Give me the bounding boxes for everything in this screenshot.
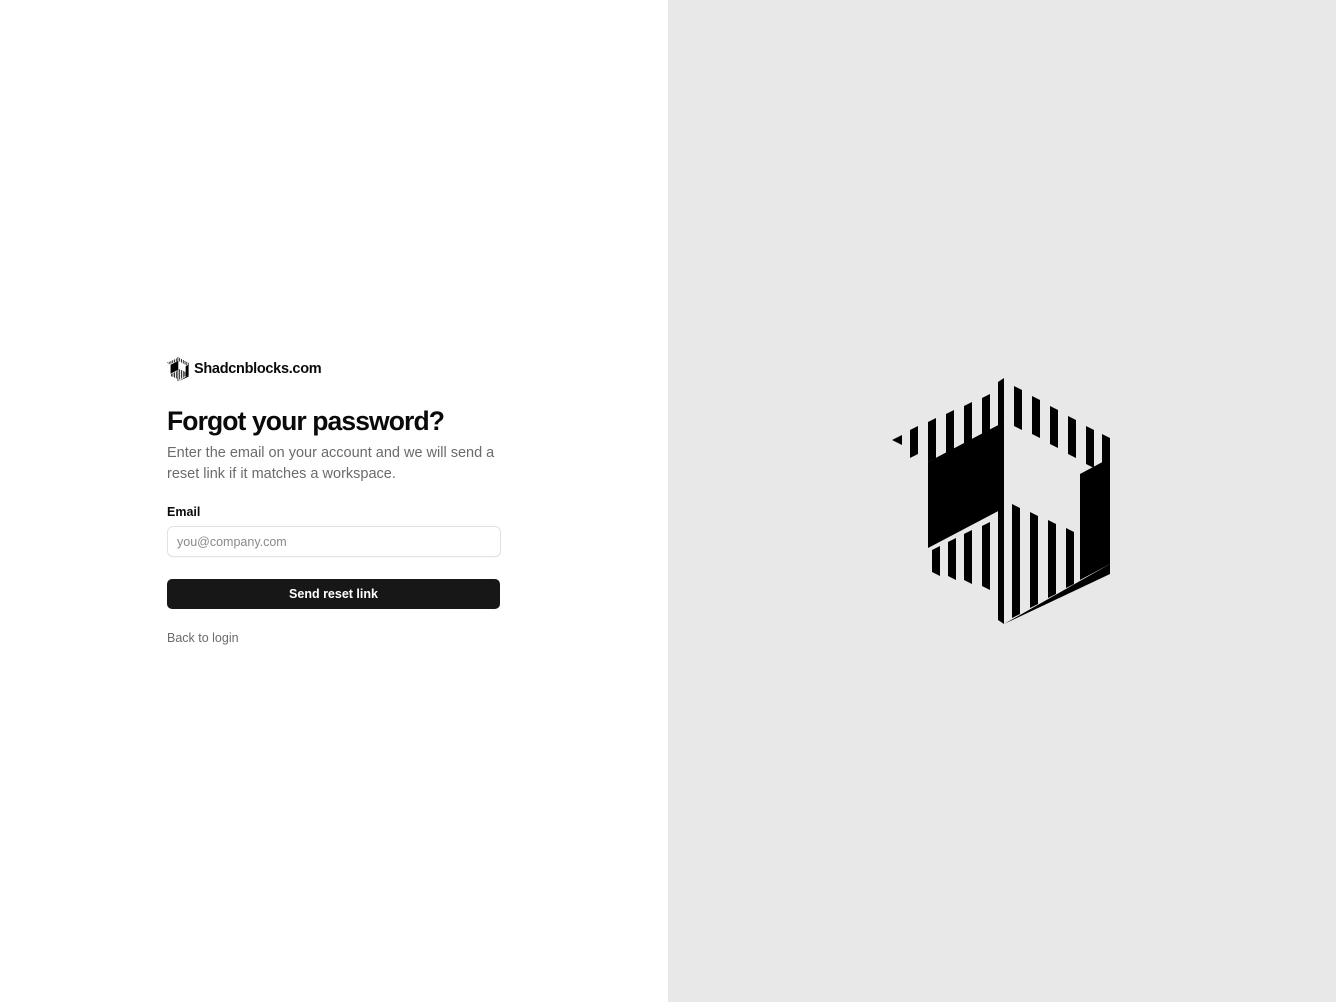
email-input[interactable] <box>167 526 501 557</box>
hero-panel <box>668 0 1336 1002</box>
brand[interactable]: Shadcnblocks.com <box>167 356 501 382</box>
page-title: Forgot your password? <box>167 406 445 436</box>
shadcnblocks-logo-icon <box>892 378 1110 624</box>
back-to-login-link[interactable]: Back to login <box>167 631 239 645</box>
email-label: Email <box>167 505 201 519</box>
reset-password-form: Shadcnblocks.com Forgot your password? E… <box>167 356 501 647</box>
send-reset-link-button[interactable]: Send reset link <box>167 579 500 609</box>
brand-name: Shadcnblocks.com <box>194 361 322 377</box>
shadcnblocks-logo-icon <box>167 356 189 382</box>
form-panel: Shadcnblocks.com Forgot your password? E… <box>0 0 668 1002</box>
page-subtitle: Enter the email on your account and we w… <box>167 445 495 482</box>
